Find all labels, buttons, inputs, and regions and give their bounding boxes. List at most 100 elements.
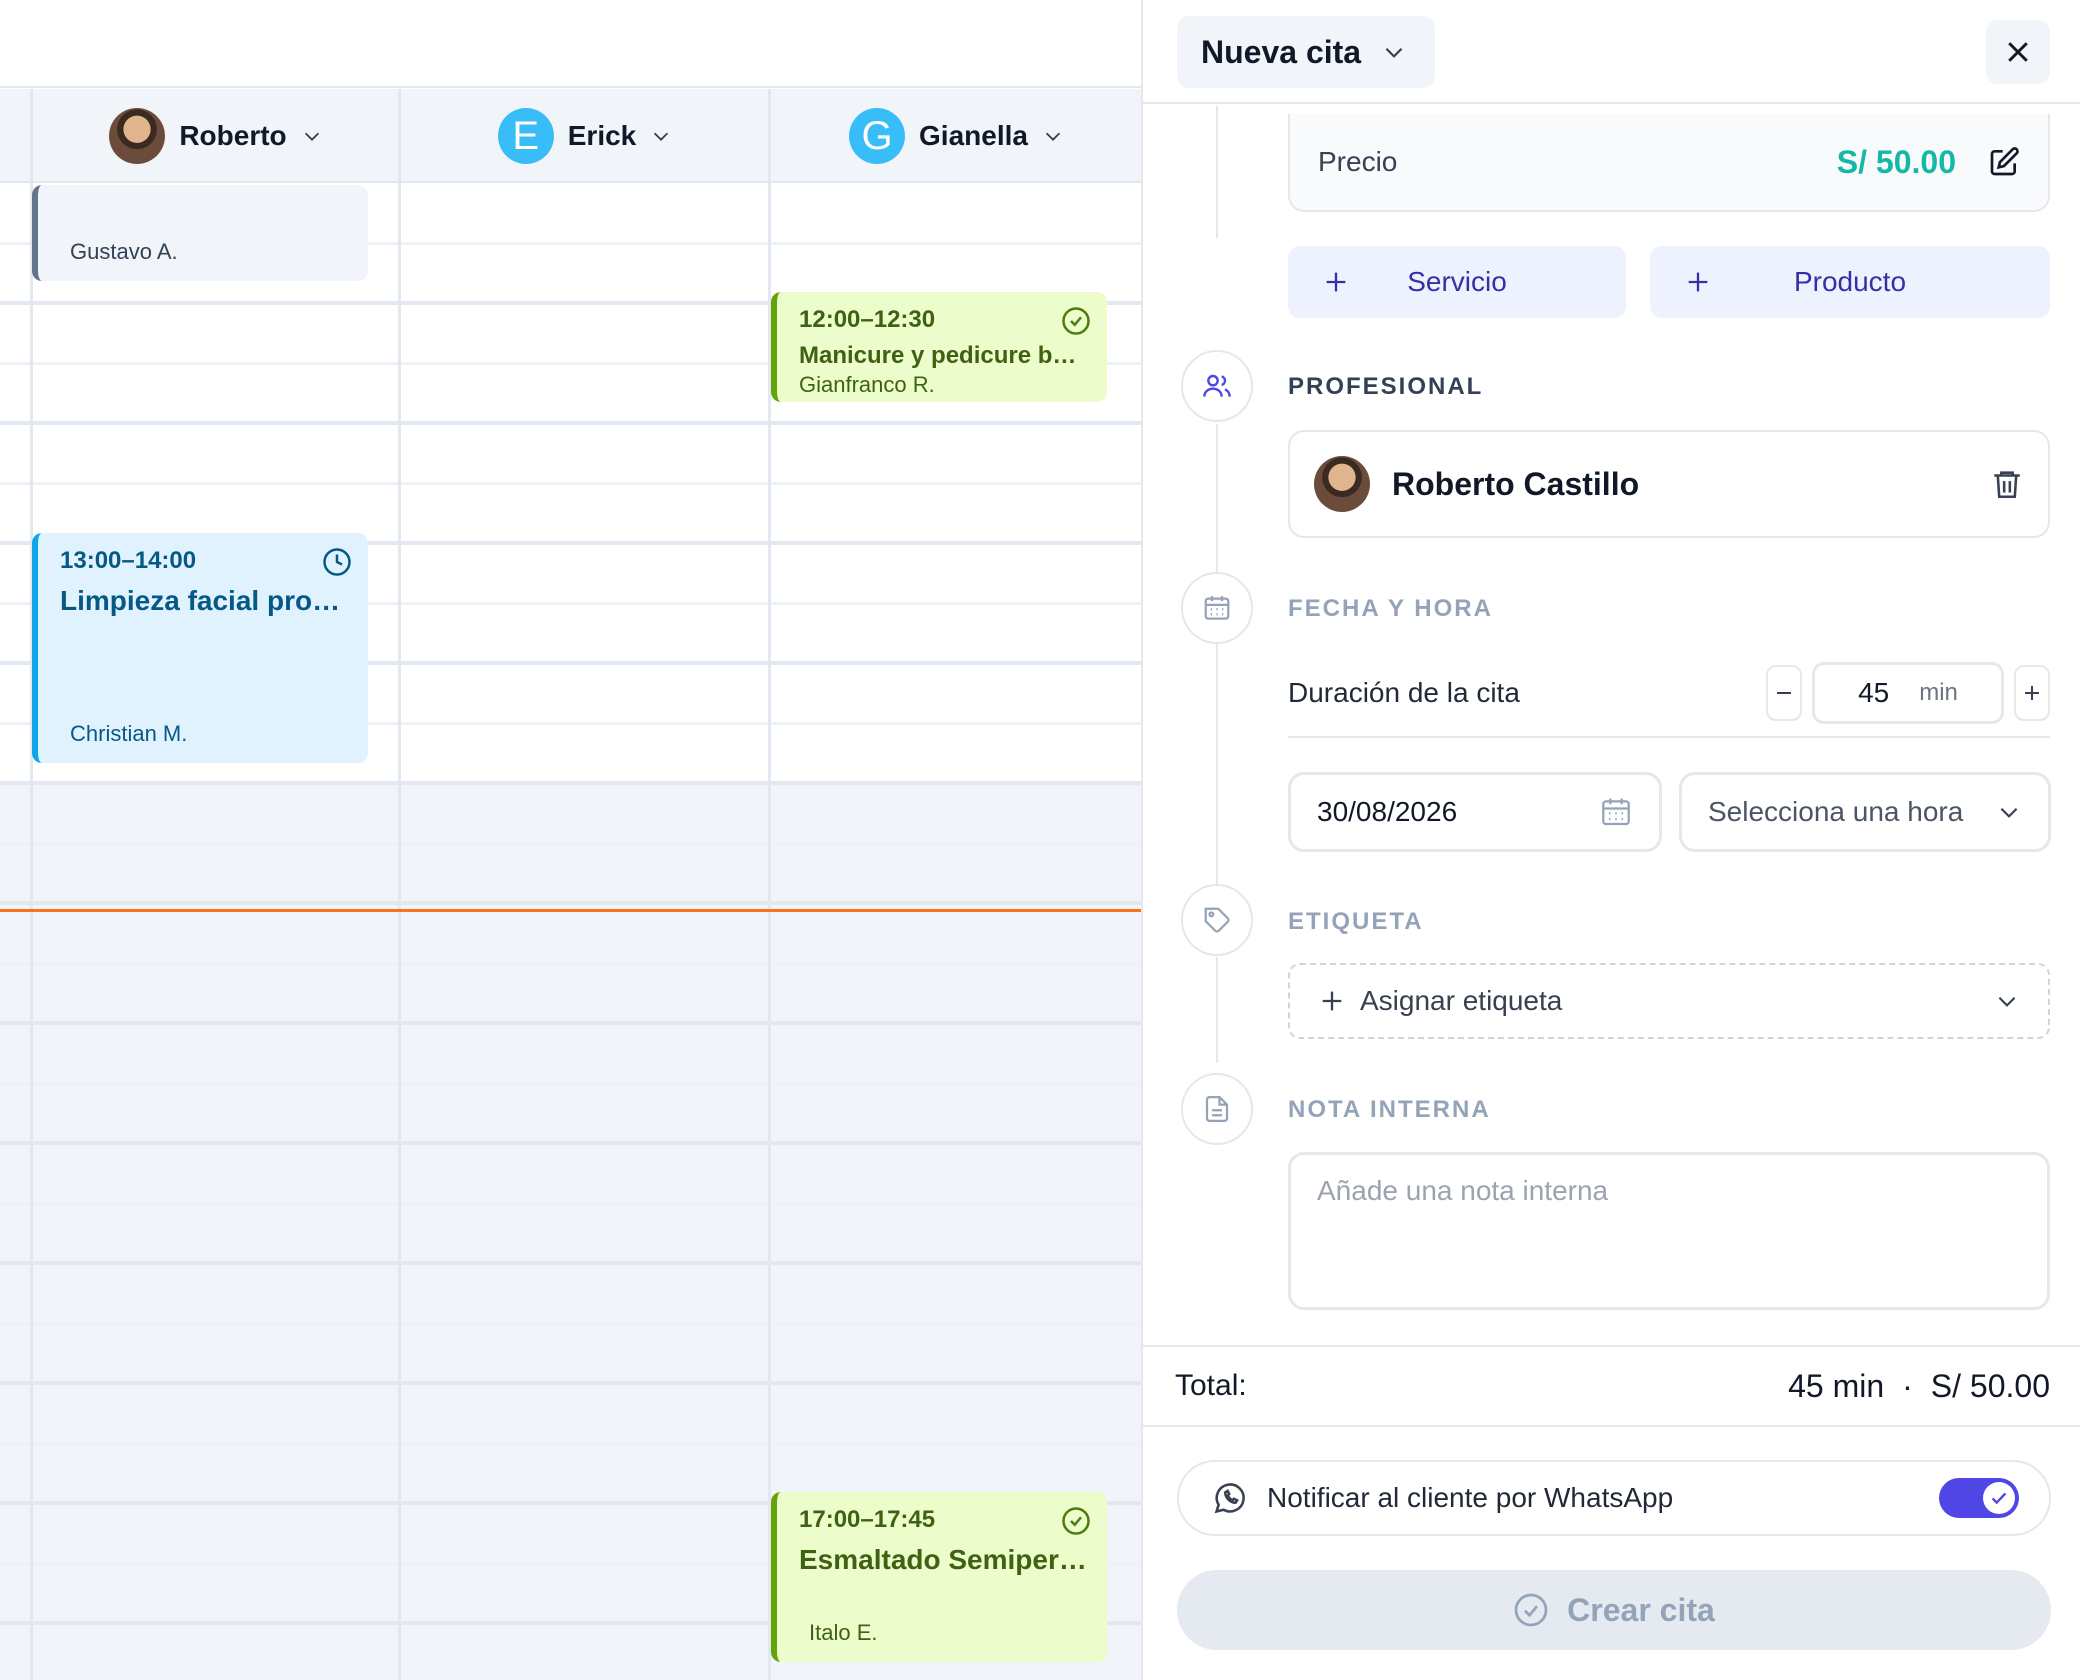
appointment-card[interactable]: 12:00–12:30 Manicure y pedicure bá… Gian… — [771, 292, 1107, 402]
create-appointment-button[interactable]: Crear cita — [1177, 1570, 2051, 1650]
calendar-time-slot[interactable] — [0, 1325, 1141, 1385]
calendar-time-slot[interactable] — [0, 785, 1141, 845]
chevron-down-icon — [304, 132, 319, 141]
column-divider — [398, 89, 401, 1680]
check-circle-icon — [1062, 307, 1090, 335]
staff-column-gianella[interactable]: G Gianella — [772, 89, 1141, 183]
time-placeholder: Selecciona una hora — [1708, 796, 1964, 827]
staff-avatar-roberto — [109, 108, 166, 164]
calendar-toolbar — [0, 0, 1141, 88]
appointment-client: Gustavo A. — [70, 239, 178, 264]
plus-icon — [1326, 272, 1346, 292]
staff-column-roberto[interactable]: Roberto — [34, 89, 398, 183]
calendar-view: Roberto E Erick G Gianella Gustavo A. 12… — [0, 0, 1141, 1680]
plus-icon — [1688, 272, 1708, 292]
price-value: S/ 50.00 — [1836, 143, 1956, 180]
clock-icon — [323, 548, 351, 576]
date-value: 30/08/2026 — [1317, 796, 1458, 827]
internal-note-input[interactable] — [1288, 1152, 2050, 1310]
timeline-connector — [1216, 106, 1218, 238]
staff-avatar-erick: E — [497, 108, 554, 164]
toggle-knob — [1983, 1482, 2015, 1514]
total-row: Total: 45 min · S/ 50.00 — [1143, 1345, 2080, 1427]
document-icon-badge — [1181, 1073, 1253, 1145]
staff-column-erick[interactable]: E Erick — [402, 89, 768, 183]
appointment-time: 12:00–12:30 — [799, 306, 936, 333]
tag-icon-badge — [1181, 884, 1253, 956]
duration-row: Duración de la cita 45 min — [1288, 650, 2050, 738]
appointment-card[interactable]: 13:00–14:00 Limpieza facial prof… Christ… — [32, 533, 368, 763]
staff-name: Erick — [567, 120, 637, 151]
calendar-time-slot[interactable] — [0, 1265, 1141, 1325]
plus-icon — [1322, 991, 1342, 1011]
chevron-down-icon — [1385, 47, 1403, 58]
appointment-client: Gianfranco R. — [799, 372, 935, 397]
calendar-icon-badge — [1181, 572, 1253, 644]
calendar-time-slot[interactable] — [0, 1085, 1141, 1145]
staff-header-row: Roberto E Erick G Gianella — [0, 89, 1141, 183]
professional-avatar — [1314, 456, 1370, 512]
check-circle-icon — [1062, 1507, 1090, 1535]
calendar-time-slot[interactable] — [0, 905, 1141, 965]
calendar-time-slot[interactable] — [0, 845, 1141, 905]
whatsapp-notify-row[interactable]: Notificar al cliente por WhatsApp — [1177, 1460, 2051, 1536]
document-icon — [1205, 1096, 1229, 1122]
duration-value: 45 — [1858, 677, 1890, 708]
appointment-type-dropdown[interactable]: Nueva cita — [1177, 16, 1436, 88]
staff-name: Roberto — [179, 120, 287, 151]
column-divider — [30, 89, 33, 1680]
appointment-card[interactable]: 17:00–17:45 Esmaltado Semiper… Italo E. — [771, 1492, 1107, 1662]
chevron-down-icon — [654, 132, 669, 141]
total-label: Total: — [1175, 1369, 1247, 1402]
chevron-down-icon — [1045, 132, 1061, 141]
duration-input[interactable]: 45 min — [1812, 662, 2004, 724]
close-button[interactable] — [1986, 20, 2050, 84]
section-label-profesional: PROFESIONAL — [1288, 373, 1484, 400]
add-product-button[interactable]: Producto — [1650, 246, 2050, 318]
duration-decrement-button[interactable] — [1766, 665, 1802, 721]
trash-icon[interactable] — [1990, 467, 2024, 501]
duration-increment-button[interactable] — [2014, 665, 2050, 721]
timeline-connector — [1216, 424, 1218, 572]
section-label-fecha-hora: FECHA Y HORA — [1288, 595, 1493, 622]
calendar-time-slot[interactable] — [0, 425, 1141, 485]
calendar-time-slot[interactable] — [0, 1025, 1141, 1085]
minus-icon — [1777, 692, 1791, 694]
professional-card: Roberto Castillo — [1288, 430, 2050, 538]
add-service-button[interactable]: Servicio — [1288, 246, 1626, 318]
date-input[interactable]: 30/08/2026 — [1288, 772, 1662, 852]
whatsapp-label: Notificar al cliente por WhatsApp — [1267, 1482, 1674, 1513]
appointment-time: 13:00–14:00 — [60, 547, 197, 574]
timeline-connector — [1216, 644, 1218, 884]
check-circle-icon — [1514, 1593, 1548, 1627]
timeline-connector — [1216, 957, 1218, 1063]
users-icon-badge — [1181, 350, 1253, 422]
new-appointment-panel: Nueva cita Precio S/ 50.00 Servicio Prod… — [1141, 0, 2080, 1680]
panel-title: Nueva cita — [1201, 33, 1362, 70]
tag-icon — [1204, 907, 1230, 933]
duration-unit: min — [1919, 679, 1958, 706]
section-label-nota: NOTA INTERNA — [1288, 1096, 1491, 1123]
time-select[interactable]: Selecciona una hora — [1679, 772, 2051, 852]
total-separator: · — [1902, 1367, 1913, 1404]
tag-placeholder: Asignar etiqueta — [1360, 985, 1563, 1016]
calendar-icon — [1204, 596, 1230, 620]
calendar-time-slot[interactable] — [0, 1205, 1141, 1265]
panel-header: Nueva cita — [1143, 0, 2080, 104]
check-icon — [1991, 1492, 2007, 1505]
whatsapp-toggle[interactable] — [1939, 1478, 2019, 1518]
calendar-grid[interactable] — [0, 185, 1141, 1680]
current-time-indicator — [0, 909, 1141, 912]
price-card: Precio S/ 50.00 — [1288, 114, 2050, 212]
calendar-time-slot[interactable] — [0, 965, 1141, 1025]
appointment-title: Manicure y pedicure bá… — [799, 342, 1087, 369]
staff-avatar-gianella: G — [849, 108, 906, 164]
appointment-card[interactable]: Gustavo A. — [32, 185, 368, 281]
close-icon — [2008, 42, 2028, 62]
duration-label: Duración de la cita — [1288, 677, 1520, 708]
tag-select[interactable]: Asignar etiqueta — [1288, 963, 2050, 1039]
calendar-time-slot[interactable] — [0, 1385, 1141, 1445]
edit-icon[interactable] — [1988, 146, 2020, 178]
calendar-time-slot[interactable] — [0, 1145, 1141, 1205]
appointment-title: Limpieza facial prof… — [60, 585, 348, 616]
